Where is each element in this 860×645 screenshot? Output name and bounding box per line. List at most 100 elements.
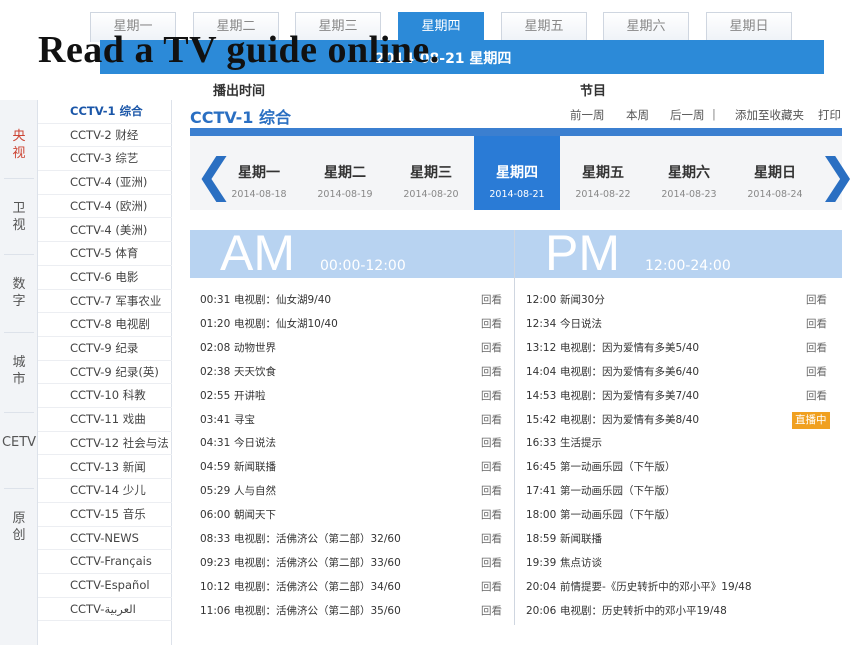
category-3[interactable]: 城市 xyxy=(0,354,38,388)
replay-link[interactable]: 回看 xyxy=(481,553,502,573)
replay-link[interactable]: 回看 xyxy=(481,290,502,310)
program-time: 13:12 xyxy=(526,341,557,354)
channel-item[interactable]: CCTV-14 少儿 xyxy=(38,479,172,503)
channel-item[interactable]: CCTV-8 电视剧 xyxy=(38,313,172,337)
panel-bar xyxy=(190,128,842,136)
channel-item[interactable]: CCTV-4 (美洲) xyxy=(38,219,172,243)
program-title: 电视剧：活佛济公（第二部）35/60 xyxy=(234,604,401,617)
replay-link[interactable]: 回看 xyxy=(481,338,502,358)
program-time: 09:23 xyxy=(200,556,231,569)
pm-program-row: 20:06 电视剧：历史转折中的邓小平19/48 xyxy=(526,601,727,621)
am-program-row: 05:29 人与自然 xyxy=(200,481,276,501)
next-week-link[interactable]: 后一周 xyxy=(670,107,705,123)
program-time: 20:06 xyxy=(526,604,557,617)
channel-item[interactable]: CCTV-9 纪录(英) xyxy=(38,361,172,385)
pm-program-row: 14:04 电视剧：因为爱情有多美6/40 xyxy=(526,362,699,382)
day-name: 星期二 xyxy=(324,165,366,181)
prev-week-link[interactable]: 前一周 xyxy=(570,107,605,123)
channel-item[interactable]: CCTV-2 财经 xyxy=(38,124,172,148)
pm-program-row: 19:39 焦点访谈 xyxy=(526,553,602,573)
channel-item[interactable]: CCTV-Français xyxy=(38,550,172,574)
day-tab[interactable]: 星期五 2014-08-22 xyxy=(560,136,646,210)
pm-program-row: 14:53 电视剧：因为爱情有多美7/40 xyxy=(526,386,699,406)
program-title: 第一动画乐园（下午版） xyxy=(560,485,676,498)
replay-link[interactable]: 回看 xyxy=(481,386,502,406)
channel-item[interactable]: CCTV-9 纪录 xyxy=(38,337,172,361)
category-5[interactable]: 原创 xyxy=(0,510,38,544)
print-link[interactable]: 打印 xyxy=(818,107,841,123)
day-tab[interactable]: 星期日 2014-08-24 xyxy=(732,136,818,210)
channel-item[interactable]: CCTV-1 综合 xyxy=(38,100,172,124)
channel-item[interactable]: CCTV-10 科教 xyxy=(38,384,172,409)
program-title: 前情提要-《历史转折中的邓小平》19/48 xyxy=(560,580,752,593)
channel-list: CCTV-1 综合 CCTV-2 财经 CCTV-3 综艺 CCTV-4 (亚洲) CC… xyxy=(38,100,172,645)
day-name: 星期五 xyxy=(582,165,624,181)
top-tab[interactable]: 星期五 xyxy=(501,12,587,42)
category-divider xyxy=(4,254,34,255)
category-1[interactable]: 卫视 xyxy=(0,200,38,234)
channel-item[interactable]: CCTV-6 电影 xyxy=(38,266,172,290)
program-time: 14:53 xyxy=(526,389,557,402)
day-tab[interactable]: 星期二 2014-08-19 xyxy=(302,136,388,210)
category-2[interactable]: 数字 xyxy=(0,276,38,310)
replay-link[interactable]: 回看 xyxy=(481,505,502,525)
this-week-link[interactable]: 本周 xyxy=(626,107,649,123)
replay-link[interactable]: 回看 xyxy=(481,410,502,430)
replay-link[interactable]: 回看 xyxy=(481,362,502,382)
channel-item[interactable]: CCTV-13 新闻 xyxy=(38,456,172,480)
pm-program-row: 18:00 第一动画乐园（下午版） xyxy=(526,505,676,525)
replay-link[interactable]: 回看 xyxy=(806,362,827,382)
replay-link[interactable]: 回看 xyxy=(806,290,827,310)
pm-program-row: 15:42 电视剧：因为爱情有多美8/40 xyxy=(526,410,699,430)
top-tab[interactable]: 星期日 xyxy=(706,12,792,42)
program-time: 10:12 xyxy=(200,580,231,593)
next-day-arrow-icon[interactable]: ❯ xyxy=(818,152,857,198)
channel-item[interactable]: CCTV-5 体育 xyxy=(38,242,172,266)
am-range: 00:00-12:00 xyxy=(320,258,406,274)
channel-item[interactable]: CCTV-12 社会与法 xyxy=(38,432,172,456)
replay-link[interactable]: 回看 xyxy=(806,314,827,334)
top-tab[interactable]: 星期六 xyxy=(603,12,689,42)
replay-link[interactable]: 回看 xyxy=(481,457,502,477)
category-0[interactable]: 央视 xyxy=(0,128,38,162)
add-favorite-link[interactable]: 添加至收藏夹 xyxy=(735,107,804,123)
day-tab[interactable]: 星期六 2014-08-23 xyxy=(646,136,732,210)
program-title: 第一动画乐园（下午版） xyxy=(560,509,676,522)
program-time: 16:45 xyxy=(526,461,557,474)
replay-link[interactable]: 回看 xyxy=(481,314,502,334)
program-time: 15:42 xyxy=(526,413,557,426)
program-time: 06:00 xyxy=(200,509,231,522)
day-tab[interactable]: 星期一 2014-08-18 xyxy=(216,136,302,210)
replay-link[interactable]: 回看 xyxy=(806,338,827,358)
link-separator: | xyxy=(712,107,716,121)
program-title: 今日说法 xyxy=(560,317,602,330)
live-badge[interactable]: 直播中 xyxy=(792,411,830,429)
channel-item[interactable]: CCTV-4 (亚洲) xyxy=(38,171,172,195)
replay-link[interactable]: 回看 xyxy=(481,481,502,501)
channel-item[interactable]: CCTV-15 音乐 xyxy=(38,503,172,527)
channel-item[interactable]: CCTV-3 综艺 xyxy=(38,147,172,172)
day-name: 星期一 xyxy=(238,165,280,181)
replay-link[interactable]: 回看 xyxy=(481,577,502,597)
replay-link[interactable]: 回看 xyxy=(481,601,502,621)
program-title: 生活提示 xyxy=(560,437,602,450)
replay-link[interactable]: 回看 xyxy=(806,386,827,406)
day-tab[interactable]: 星期三 2014-08-20 xyxy=(388,136,474,210)
replay-link[interactable]: 回看 xyxy=(481,529,502,549)
channel-item[interactable]: CCTV-11 戏曲 xyxy=(38,408,172,432)
channel-item[interactable]: CCTV-العربية xyxy=(38,598,172,622)
channel-item[interactable]: CCTV-NEWS xyxy=(38,527,172,551)
category-4[interactable]: CETV xyxy=(0,434,38,451)
program-title: 天天饮食 xyxy=(234,365,276,378)
program-title: 动物世界 xyxy=(234,341,276,354)
program-title: 人与自然 xyxy=(234,485,276,498)
channel-item[interactable]: CCTV-7 军事农业 xyxy=(38,290,172,314)
program-time: 00:31 xyxy=(200,294,231,306)
channel-item[interactable]: CCTV-Español xyxy=(38,574,172,598)
am-program-row: 10:12 电视剧：活佛济公（第二部）34/60 xyxy=(200,577,401,597)
replay-link[interactable]: 回看 xyxy=(481,433,502,453)
program-title: 新闻联播 xyxy=(234,461,276,474)
day-tab[interactable]: 星期四 2014-08-21 xyxy=(474,136,560,210)
channel-item[interactable]: CCTV-4 (欧洲) xyxy=(38,195,172,219)
day-name: 星期日 xyxy=(754,165,796,181)
